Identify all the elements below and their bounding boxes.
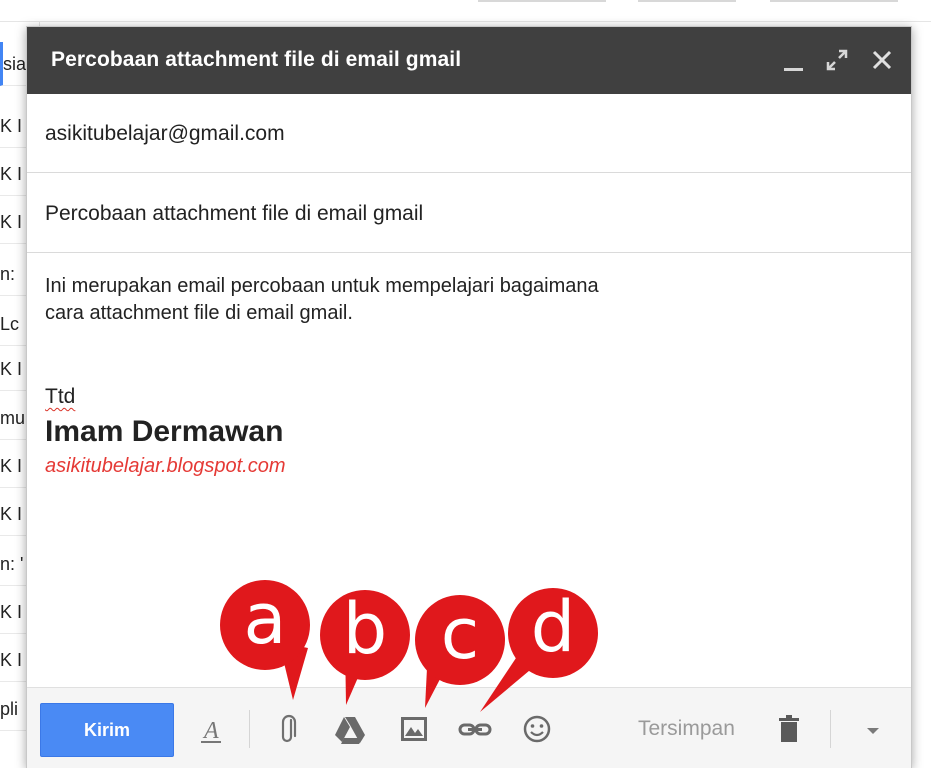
drive-icon[interactable] (330, 708, 370, 750)
signature-ttd: Ttd (45, 385, 76, 408)
inbox-top-bar (0, 0, 931, 22)
expand-icon[interactable] (822, 45, 852, 75)
saved-status: Tersimpan (638, 717, 735, 740)
close-icon[interactable] (867, 45, 897, 75)
body-line: Ini merupakan email percobaan untuk memp… (45, 275, 599, 297)
send-button[interactable]: Kirim (40, 703, 174, 757)
compose-title: Percobaan attachment file di email gmail (51, 48, 462, 71)
body-line: cara attachment file di email gmail. (45, 302, 353, 324)
callout-badge-d: d (508, 588, 598, 678)
minimize-icon[interactable] (779, 45, 809, 75)
callout-badge-a: a (220, 580, 310, 670)
attachment-icon[interactable] (270, 708, 310, 750)
top-button[interactable] (638, 0, 736, 2)
top-button[interactable] (478, 0, 606, 2)
to-field[interactable]: asikitubelajar@gmail.com (27, 94, 911, 173)
toolbar-separator (830, 710, 831, 748)
top-button[interactable] (770, 0, 898, 2)
compose-toolbar: Kirim A Tersimpan (27, 687, 911, 768)
svg-text:A: A (202, 718, 219, 744)
toolbar-separator (249, 710, 250, 748)
more-options-icon[interactable] (853, 708, 893, 750)
formatting-icon[interactable]: A (191, 708, 231, 750)
emoji-icon[interactable] (517, 708, 557, 750)
link-icon[interactable] (455, 708, 495, 750)
compose-titlebar[interactable]: Percobaan attachment file di email gmail (27, 27, 911, 94)
subject-field[interactable]: Percobaan attachment file di email gmail (27, 174, 911, 253)
trash-icon[interactable] (769, 708, 809, 750)
callout-badge-b: b (320, 590, 410, 680)
signature-link[interactable]: asikitubelajar.blogspot.com (45, 455, 286, 478)
callout-badge-c: c (415, 595, 505, 685)
insert-photo-icon[interactable] (394, 708, 434, 750)
message-body[interactable]: Ini merupakan email percobaan untuk memp… (45, 273, 805, 327)
signature-name: Imam Dermawan (45, 415, 284, 448)
